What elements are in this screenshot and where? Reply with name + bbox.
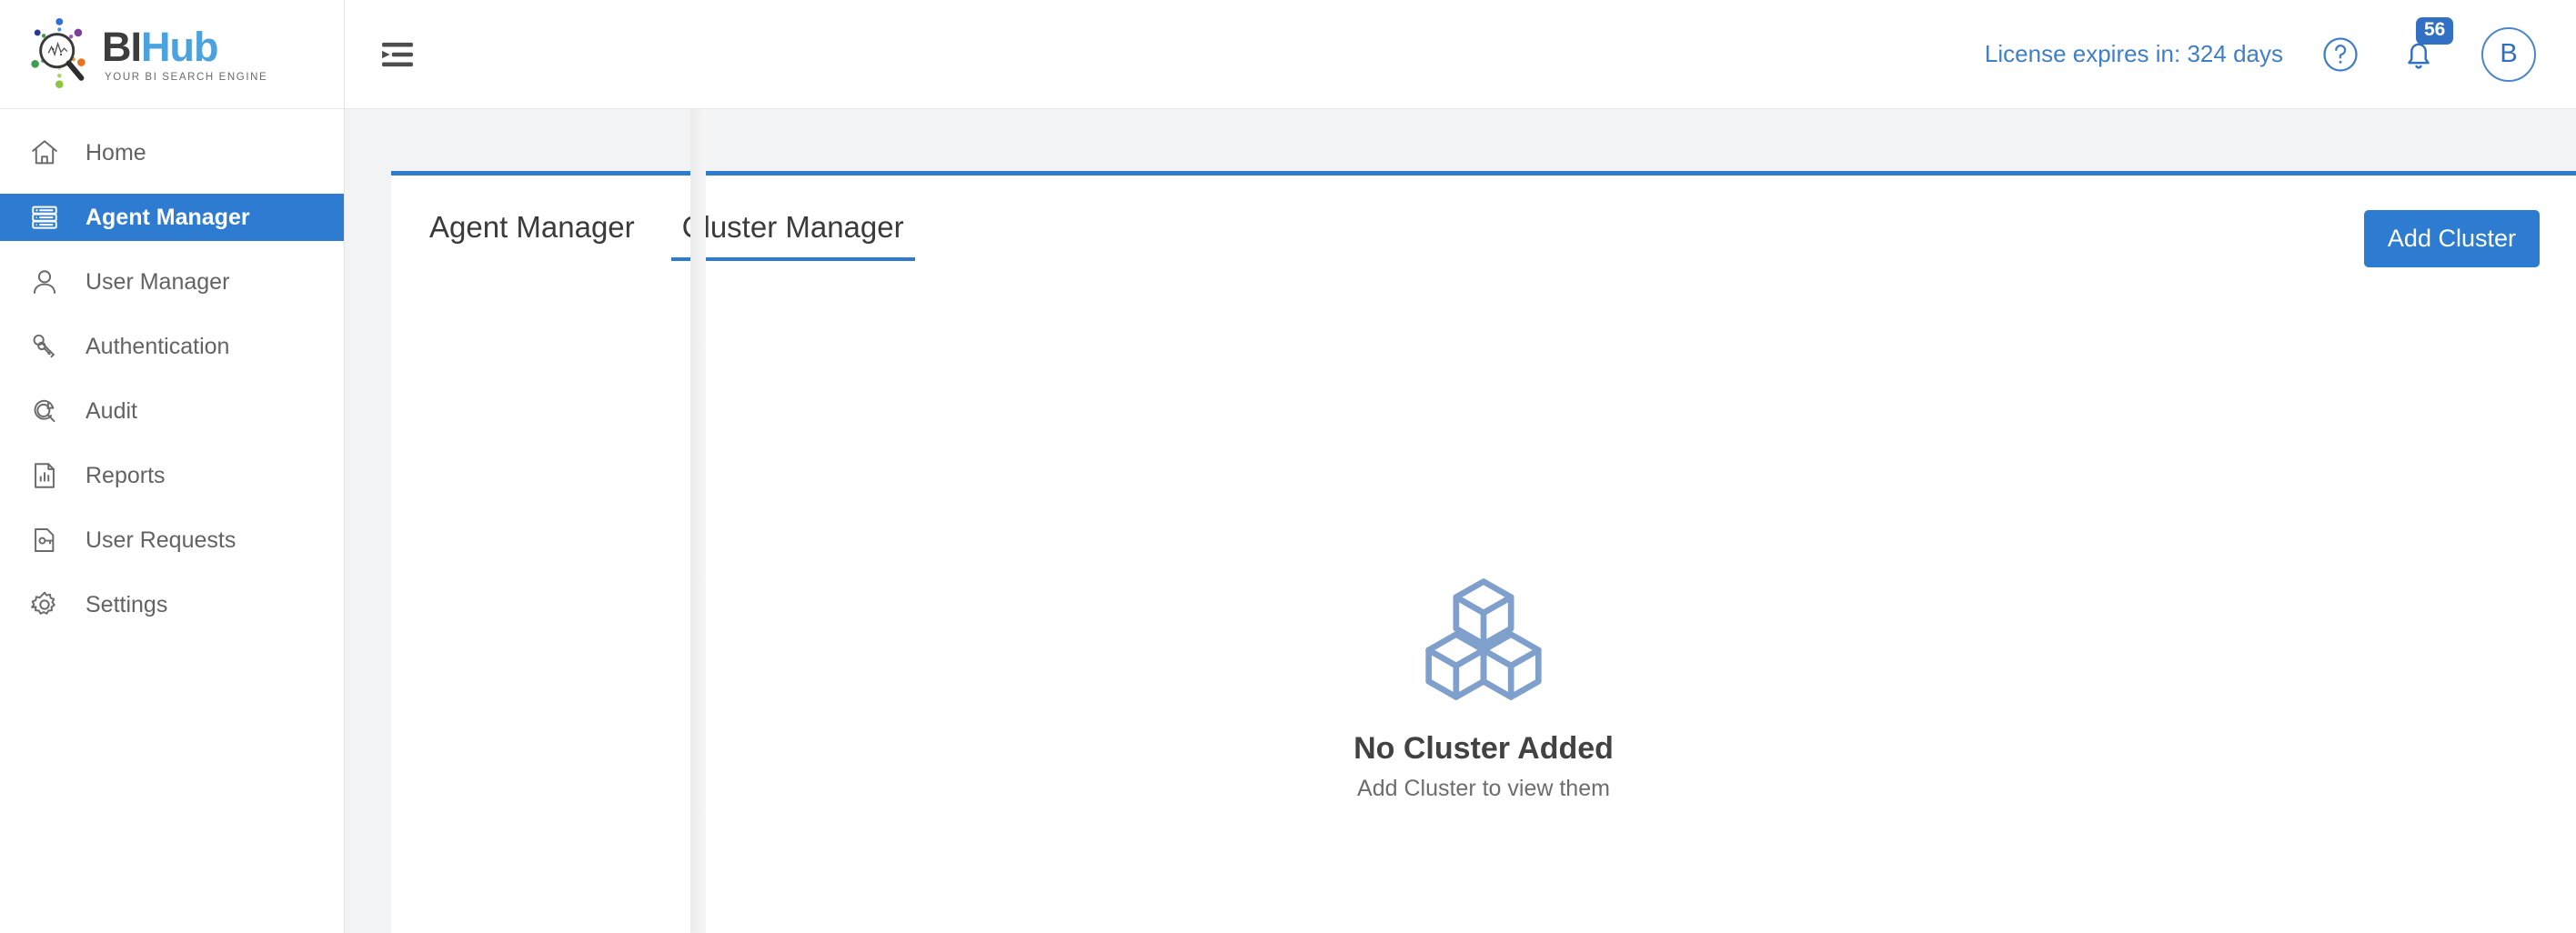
server-stack-icon bbox=[22, 202, 67, 233]
question-circle-icon[interactable] bbox=[2321, 35, 2360, 74]
sidebar-item-label: User Requests bbox=[86, 527, 236, 553]
home-icon bbox=[22, 137, 67, 168]
audit-magnifier-icon bbox=[22, 396, 67, 426]
sidebar-item-agent-manager[interactable]: Agent Manager bbox=[0, 194, 344, 241]
sidebar-item-label: Settings bbox=[86, 591, 168, 617]
sidebar-item-user-requests[interactable]: User Requests bbox=[0, 517, 344, 564]
sidebar-item-audit[interactable]: Audit bbox=[0, 387, 344, 435]
sidebar-item-label: Audit bbox=[86, 397, 137, 424]
app-root: BIHub YOUR BI SEARCH ENGINE Home Agent M… bbox=[0, 0, 2576, 933]
tab-bar: Agent Manager Cluster Manager bbox=[418, 210, 941, 261]
notifications-button[interactable]: 56 bbox=[2400, 16, 2454, 74]
brand-wordmark: BIHub YOUR BI SEARCH ENGINE bbox=[102, 26, 267, 83]
collapse-menu-icon[interactable] bbox=[370, 27, 425, 82]
brand-logo[interactable]: BIHub YOUR BI SEARCH ENGINE bbox=[0, 0, 344, 109]
gear-icon bbox=[22, 589, 67, 620]
user-icon bbox=[22, 266, 67, 297]
panel-header: Agent Manager Cluster Manager Add Cluste… bbox=[391, 176, 2576, 267]
empty-state: No Cluster Added Add Cluster to view the… bbox=[391, 576, 2576, 802]
report-chart-icon bbox=[22, 460, 67, 491]
sidebar-item-home[interactable]: Home bbox=[0, 129, 344, 176]
sidebar-item-reports[interactable]: Reports bbox=[0, 452, 344, 499]
brand-tagline: YOUR BI SEARCH ENGINE bbox=[105, 71, 268, 83]
license-status[interactable]: License expires in: 324 days bbox=[1985, 40, 2283, 68]
sidebar-item-label: Reports bbox=[86, 462, 166, 488]
add-cluster-button[interactable]: Add Cluster bbox=[2363, 210, 2540, 267]
cluster-manager-panel: Agent Manager Cluster Manager Add Cluste… bbox=[391, 171, 2576, 933]
notification-count-badge: 56 bbox=[2416, 16, 2454, 45]
sidebar-item-label: User Manager bbox=[86, 268, 230, 295]
tab-agent-manager[interactable]: Agent Manager bbox=[418, 210, 646, 261]
vertical-scrollbar[interactable] bbox=[690, 109, 706, 933]
sidebar-item-label: Authentication bbox=[86, 333, 230, 359]
document-key-icon bbox=[22, 525, 67, 556]
brand-name-secondary: Hub bbox=[141, 23, 218, 70]
cluster-cubes-icon bbox=[1424, 576, 1543, 707]
avatar[interactable]: B bbox=[2481, 26, 2536, 82]
sidebar-item-label: Agent Manager bbox=[86, 204, 250, 230]
brand-name-primary: BI bbox=[102, 23, 142, 70]
main-area: License expires in: 324 days 56 B Agent … bbox=[345, 0, 2576, 933]
sidebar-nav: Home Agent Manager User Manager Authenti… bbox=[0, 109, 344, 646]
sidebar-item-authentication[interactable]: Authentication bbox=[0, 323, 344, 370]
sidebar-item-label: Home bbox=[86, 139, 146, 166]
keys-icon bbox=[22, 331, 67, 362]
content-area: Agent Manager Cluster Manager Add Cluste… bbox=[345, 109, 2576, 933]
topbar: License expires in: 324 days 56 B bbox=[345, 0, 2576, 109]
empty-state-subtitle: Add Cluster to view them bbox=[1357, 776, 1610, 801]
empty-state-title: No Cluster Added bbox=[1353, 731, 1614, 766]
sidebar-item-settings[interactable]: Settings bbox=[0, 581, 344, 628]
magnifier-analytics-icon bbox=[22, 15, 100, 94]
tab-cluster-manager[interactable]: Cluster Manager bbox=[670, 210, 915, 261]
sidebar: BIHub YOUR BI SEARCH ENGINE Home Agent M… bbox=[0, 0, 345, 933]
sidebar-item-user-manager[interactable]: User Manager bbox=[0, 258, 344, 306]
